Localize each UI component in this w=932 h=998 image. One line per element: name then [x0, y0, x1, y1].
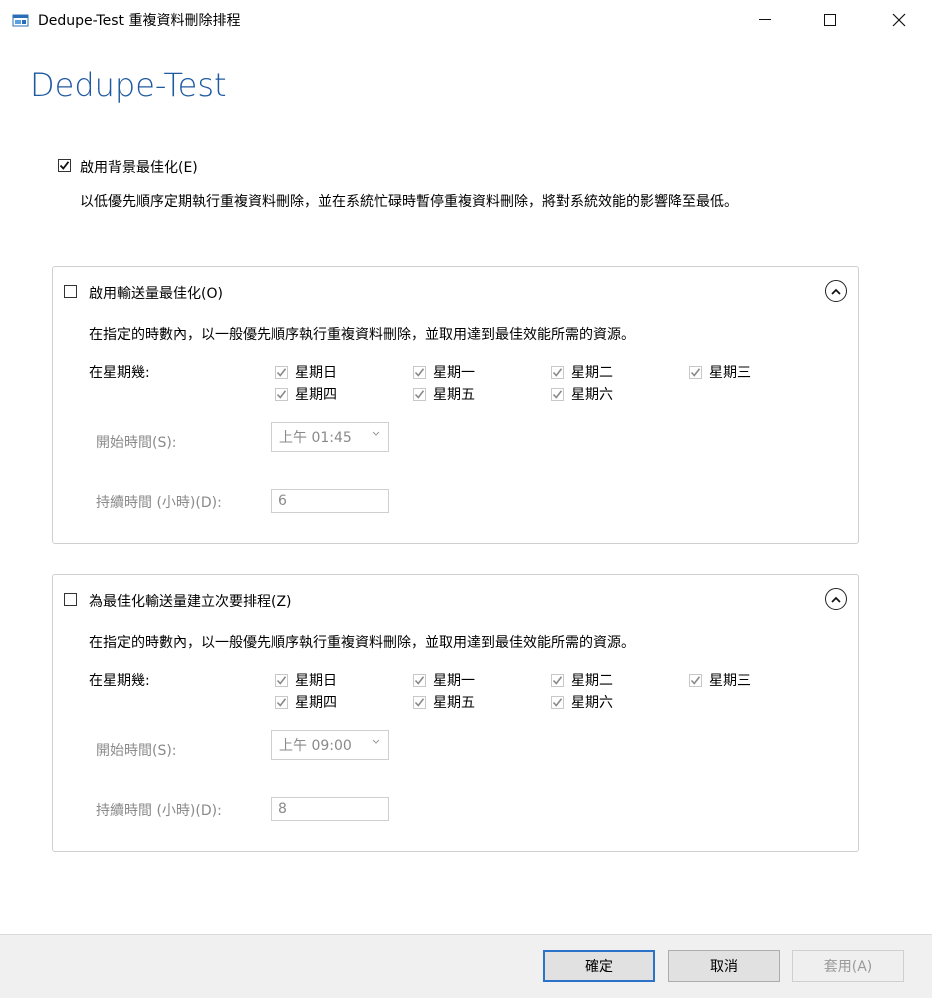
checkmark-icon — [552, 697, 563, 707]
collapse-button[interactable] — [825, 588, 847, 610]
throughput-optimization-label: 啟用輸送量最佳化(O) — [89, 286, 223, 302]
window-title: Dedupe-Test 重複資料刪除排程 — [38, 13, 241, 29]
secondary-schedule-label: 為最佳化輸送量建立次要排程(Z) — [89, 594, 292, 610]
duration-label: 持續時間 (小時)(D): — [96, 495, 222, 511]
chevron-up-icon — [831, 288, 841, 295]
start-time-value: 上午 01:45 — [279, 430, 352, 446]
day-friday[interactable]: 星期五 — [413, 384, 475, 404]
day-checkbox[interactable] — [275, 673, 288, 687]
day-wednesday[interactable]: 星期三 — [689, 362, 751, 382]
checkmark-icon — [414, 389, 425, 399]
day-friday[interactable]: 星期五 — [413, 692, 475, 712]
checkmark-icon — [552, 389, 563, 399]
day-sunday[interactable]: 星期日 — [275, 362, 337, 382]
day-tuesday[interactable]: 星期二 — [551, 670, 613, 690]
duration-input[interactable]: 6 — [271, 489, 389, 513]
maximize-icon — [824, 14, 836, 26]
day-label: 星期五 — [433, 387, 475, 403]
start-time-value: 上午 09:00 — [279, 738, 352, 754]
day-checkbox[interactable] — [275, 695, 288, 709]
day-checkbox[interactable] — [551, 695, 564, 709]
page-title: Dedupe-Test — [30, 66, 227, 104]
day-saturday[interactable]: 星期六 — [551, 692, 613, 712]
day-thursday[interactable]: 星期四 — [275, 692, 337, 712]
throughput-description: 在指定的時數內，以一般優先順序執行重複資料刪除，並取用達到最佳效能所需的資源。 — [89, 327, 635, 343]
day-checkbox[interactable] — [275, 365, 288, 379]
day-checkbox[interactable] — [689, 365, 702, 379]
day-thursday[interactable]: 星期四 — [275, 384, 337, 404]
days-label: 在星期幾: — [89, 365, 150, 381]
day-label: 星期日 — [295, 365, 337, 381]
duration-label: 持續時間 (小時)(D): — [96, 803, 222, 819]
day-checkbox[interactable] — [551, 365, 564, 379]
ok-button[interactable]: 確定 — [543, 950, 655, 982]
day-label: 星期二 — [571, 365, 613, 381]
checkmark-icon — [552, 675, 563, 685]
day-checkbox[interactable] — [551, 387, 564, 401]
day-label: 星期六 — [571, 695, 613, 711]
checkmark-icon — [276, 697, 287, 707]
day-label: 星期四 — [295, 387, 337, 403]
title-bar: Dedupe-Test 重複資料刪除排程 — [0, 0, 932, 40]
checkmark-icon — [276, 675, 287, 685]
checkmark-icon — [414, 367, 425, 377]
background-optimization-checkbox[interactable] — [58, 159, 71, 172]
day-label: 星期五 — [433, 695, 475, 711]
day-checkbox[interactable] — [275, 387, 288, 401]
day-sunday[interactable]: 星期日 — [275, 670, 337, 690]
day-label: 星期日 — [295, 673, 337, 689]
minimize-button[interactable] — [742, 0, 788, 40]
secondary-schedule-checkbox[interactable] — [64, 593, 77, 606]
close-icon — [892, 13, 906, 27]
start-time-dropdown[interactable]: 上午 01:45 — [271, 422, 389, 452]
checkmark-icon — [276, 367, 287, 377]
apply-button[interactable]: 套用(A) — [792, 950, 904, 982]
day-saturday[interactable]: 星期六 — [551, 384, 613, 404]
day-label: 星期二 — [571, 673, 613, 689]
day-label: 星期三 — [709, 673, 751, 689]
day-wednesday[interactable]: 星期三 — [689, 670, 751, 690]
days-label: 在星期幾: — [89, 673, 150, 689]
day-checkbox[interactable] — [413, 387, 426, 401]
checkmark-icon — [59, 161, 70, 170]
day-tuesday[interactable]: 星期二 — [551, 362, 613, 382]
day-label: 星期四 — [295, 695, 337, 711]
day-checkbox[interactable] — [413, 365, 426, 379]
background-optimization-label: 啟用背景最佳化(E) — [80, 160, 198, 176]
day-label: 星期三 — [709, 365, 751, 381]
secondary-description: 在指定的時數內，以一般優先順序執行重複資料刪除，並取用達到最佳效能所需的資源。 — [89, 635, 635, 651]
start-time-label: 開始時間(S): — [96, 743, 177, 759]
background-optimization-description: 以低優先順序定期執行重複資料刪除，並在系統忙碌時暫停重複資料刪除，將對系統效能的… — [80, 194, 738, 210]
checkmark-icon — [690, 675, 701, 685]
checkmark-icon — [552, 367, 563, 377]
day-checkbox[interactable] — [689, 673, 702, 687]
day-checkbox[interactable] — [413, 673, 426, 687]
day-monday[interactable]: 星期一 — [413, 670, 475, 690]
day-checkbox[interactable] — [551, 673, 564, 687]
duration-input[interactable]: 8 — [271, 797, 389, 821]
checkmark-icon — [414, 697, 425, 707]
cancel-button[interactable]: 取消 — [668, 950, 780, 982]
maximize-button[interactable] — [807, 0, 853, 40]
chevron-down-icon — [372, 431, 380, 436]
day-label: 星期一 — [433, 673, 475, 689]
minimize-icon — [759, 19, 771, 20]
chevron-down-icon — [372, 739, 380, 744]
day-label: 星期一 — [433, 365, 475, 381]
start-time-dropdown[interactable]: 上午 09:00 — [271, 730, 389, 760]
close-button[interactable] — [876, 0, 922, 40]
day-checkbox[interactable] — [413, 695, 426, 709]
chevron-up-icon — [831, 596, 841, 603]
checkmark-icon — [414, 675, 425, 685]
dedupe-app-icon — [12, 12, 29, 28]
checkmark-icon — [690, 367, 701, 377]
day-label: 星期六 — [571, 387, 613, 403]
throughput-optimization-checkbox[interactable] — [64, 285, 77, 298]
start-time-label: 開始時間(S): — [96, 435, 177, 451]
checkmark-icon — [276, 389, 287, 399]
collapse-button[interactable] — [825, 280, 847, 302]
day-monday[interactable]: 星期一 — [413, 362, 475, 382]
